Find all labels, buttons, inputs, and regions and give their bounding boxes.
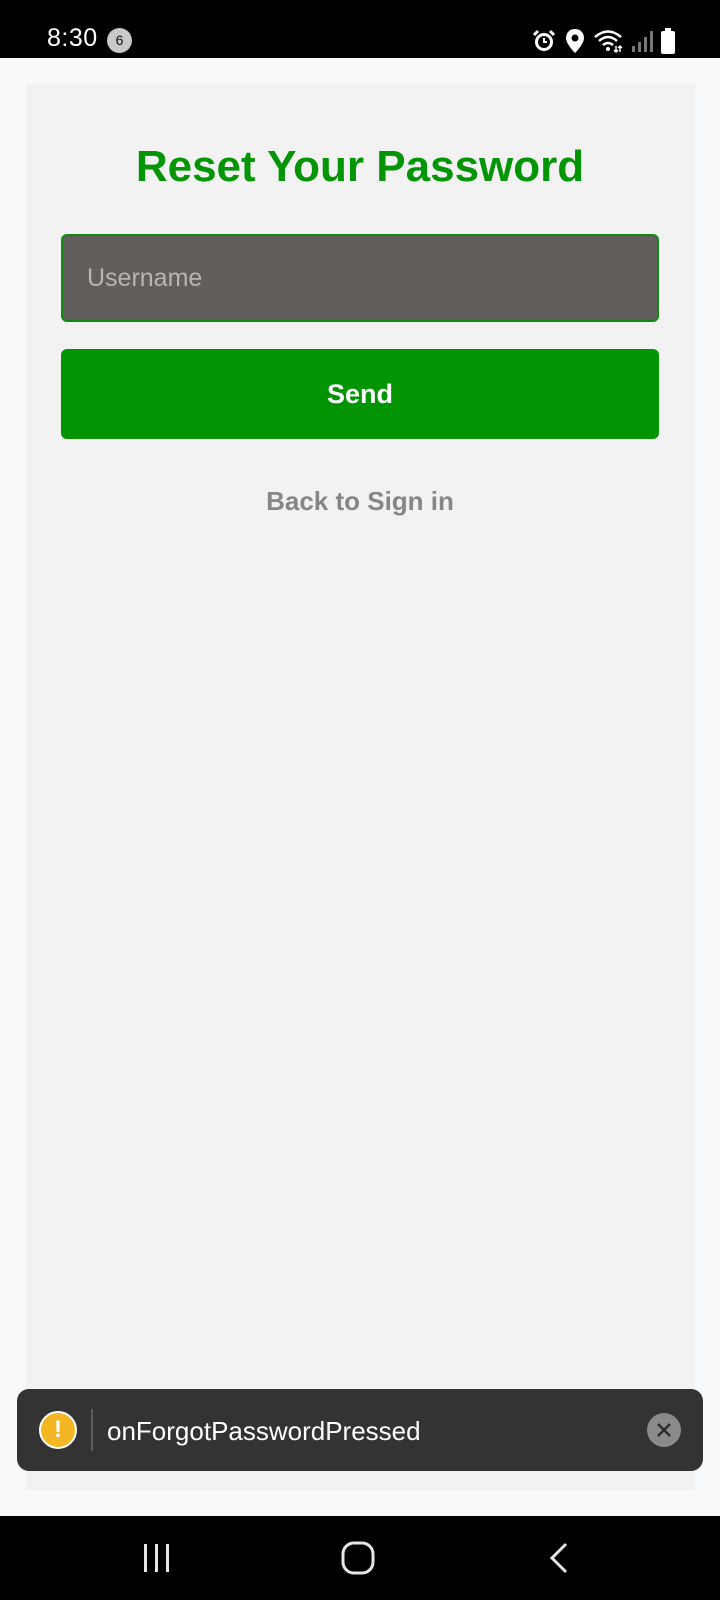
status-bar: 8:30 6 [0, 0, 720, 58]
back-icon[interactable] [538, 1538, 582, 1578]
recent-apps-icon[interactable] [135, 1538, 179, 1578]
location-icon [565, 28, 585, 54]
username-input[interactable] [61, 234, 659, 322]
warning-icon: ! [39, 1411, 77, 1449]
navigation-bar [0, 1516, 720, 1600]
status-icons [531, 27, 675, 55]
status-time: 8:30 [47, 24, 98, 52]
home-icon[interactable] [337, 1538, 381, 1578]
back-to-sign-in-link[interactable]: Back to Sign in [0, 486, 720, 517]
toast-divider [91, 1409, 93, 1451]
signal-icon [631, 29, 653, 53]
wifi-icon [593, 29, 623, 53]
page-title: Reset Your Password [135, 142, 585, 191]
close-icon[interactable] [647, 1413, 681, 1447]
toast-notification: ! onForgotPasswordPressed [17, 1389, 703, 1471]
alarm-icon [531, 28, 557, 54]
send-button[interactable]: Send [61, 349, 659, 439]
toast-message: onForgotPasswordPressed [107, 1416, 421, 1446]
battery-icon [661, 28, 675, 54]
notification-count-badge: 6 [107, 28, 132, 53]
